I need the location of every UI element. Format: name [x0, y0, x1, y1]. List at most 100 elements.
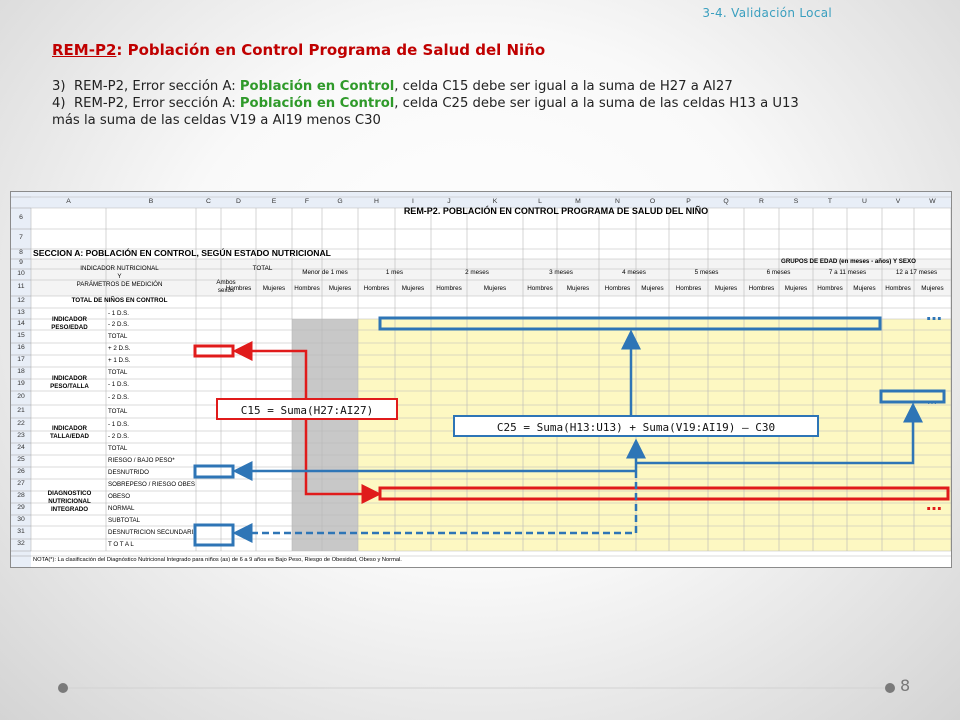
column-letter[interactable]: E — [256, 198, 292, 205]
hombres-header: Hombres — [363, 285, 390, 292]
column-letter[interactable]: M — [557, 198, 599, 205]
age-group-header: 3 meses — [549, 269, 573, 276]
hombres-header: Hombres — [885, 285, 911, 292]
row-number[interactable]: 28 — [11, 492, 31, 499]
column-letter[interactable]: J — [431, 198, 467, 205]
row-number[interactable]: 15 — [11, 332, 31, 339]
note-4: 4) REM-P2, Error sección A: Población en… — [52, 95, 932, 112]
row-number[interactable]: 24 — [11, 444, 31, 451]
column-letter[interactable]: B — [106, 198, 196, 205]
row-label: TOTAL — [108, 332, 128, 340]
page-number: 8 — [900, 676, 911, 695]
age-group-header: 2 meses — [465, 269, 489, 276]
column-letter[interactable]: T — [813, 198, 847, 205]
column-letter[interactable]: F — [292, 198, 322, 205]
hombres-header: Hombres — [436, 285, 462, 292]
row-number[interactable]: 25 — [11, 456, 31, 463]
hombres-header: Hombres — [817, 285, 843, 292]
row-label: - 1 D.S. — [108, 381, 129, 388]
row-label: RIESGO / BAJO PESO* — [108, 457, 175, 464]
title-code: REM-P2 — [52, 41, 117, 59]
row-label: - 1 D.S. — [108, 420, 129, 428]
total-ninos-label: TOTAL DE NIÑOS EN CONTROL — [71, 297, 168, 304]
age-group-header: 12 a 17 meses — [895, 269, 938, 276]
ellipsis-blue-row-13: … — [926, 305, 942, 324]
hombres-header: Hombres — [225, 285, 252, 292]
row-number[interactable]: 29 — [11, 504, 31, 511]
row-number[interactable]: 8 — [11, 249, 31, 256]
column-letter[interactable]: W — [914, 198, 951, 205]
row-number[interactable]: 6 — [11, 214, 31, 221]
row-number[interactable]: 7 — [11, 234, 31, 241]
row-label: NORMAL — [108, 505, 135, 512]
row-label: SOBREPESO / RIESGO OBESIDAD — [108, 481, 195, 488]
row-number[interactable]: 21 — [11, 407, 31, 414]
slide-title: REM-P2: Población en Control Programa de… — [52, 41, 545, 59]
row-number[interactable]: 20 — [11, 393, 31, 400]
column-letter[interactable]: I — [395, 198, 431, 205]
row-number[interactable]: 19 — [11, 380, 31, 387]
column-letter[interactable]: L — [523, 198, 557, 205]
age-group-header: 6 meses — [766, 269, 791, 276]
hombres-header: Hombres — [675, 285, 702, 292]
mujeres-header: Mujeres — [262, 285, 286, 292]
column-letter[interactable]: K — [467, 198, 523, 205]
row-number[interactable]: 23 — [11, 432, 31, 439]
note-text: REM-P2, Error sección A: Población en Co… — [74, 79, 733, 94]
row-label: TOTAL — [108, 407, 128, 415]
mujeres-header: Mujeres — [641, 285, 664, 292]
note-number: 4) — [52, 96, 66, 111]
column-letter[interactable]: A — [31, 198, 106, 205]
note-3: 3) REM-P2, Error sección A: Población en… — [52, 78, 932, 95]
row-number[interactable]: 17 — [11, 356, 31, 363]
hombres-header: Hombres — [294, 285, 320, 292]
column-letter[interactable]: O — [636, 198, 669, 205]
mujeres-header: Mujeres — [921, 285, 944, 292]
row-number[interactable]: 13 — [11, 309, 31, 316]
row-label: DESNUTRICIÓN SECUNDARIA — [108, 528, 195, 536]
row-number[interactable]: 10 — [11, 270, 31, 277]
column-letter[interactable]: R — [744, 198, 779, 205]
row-number[interactable]: 30 — [11, 516, 31, 523]
row-label: - 2 D.S. — [108, 394, 129, 401]
age-group-header: 5 meses — [694, 269, 719, 276]
column-letter[interactable]: G — [322, 198, 358, 205]
row-number[interactable]: 31 — [11, 528, 31, 535]
column-letter[interactable]: H — [358, 198, 395, 205]
row-number[interactable]: 18 — [11, 368, 31, 375]
column-letter[interactable]: C — [196, 198, 221, 205]
age-group-header: 1 mes — [385, 269, 404, 276]
row-number[interactable]: 9 — [11, 259, 31, 266]
row-number[interactable]: 12 — [11, 297, 31, 304]
age-group-header: 7 a 11 meses — [828, 269, 867, 276]
mujeres-header: Mujeres — [714, 285, 738, 292]
column-letter[interactable]: V — [882, 198, 914, 205]
mujeres-header: Mujeres — [566, 285, 590, 292]
note-text: REM-P2, Error sección A: Población en Co… — [74, 96, 799, 111]
row-label: OBESO — [108, 493, 131, 500]
row-number[interactable]: 14 — [11, 320, 31, 327]
row-number[interactable]: 22 — [11, 420, 31, 427]
row-label: + 2 D.S. — [108, 345, 131, 352]
row-label: SUBTOTAL — [108, 516, 141, 524]
column-letter[interactable]: D — [221, 198, 256, 205]
mujeres-header: Mujeres — [483, 285, 507, 292]
column-letter[interactable]: P — [669, 198, 708, 205]
age-group-header: Menor de 1 mes — [302, 269, 348, 276]
spreadsheet: ABCDEFGHIJKLMNOPQRSTUVW 6 7 8 9 10 11 12 13 14 15… — [10, 191, 952, 568]
column-letter[interactable]: S — [779, 198, 813, 205]
column-letter[interactable]: Q — [708, 198, 744, 205]
row-number[interactable]: 11 — [11, 283, 31, 290]
ellipsis-blue-row-19: … — [927, 396, 937, 407]
section-tag: 3-4. Validación Local — [702, 6, 832, 20]
column-letter[interactable]: N — [599, 198, 636, 205]
sheet-footnote: NOTA(*): La clasificación del Diagnóstic… — [33, 557, 402, 563]
row-number[interactable]: 26 — [11, 468, 31, 475]
column-letter[interactable]: U — [847, 198, 882, 205]
row-number[interactable]: 27 — [11, 480, 31, 487]
row-label: TOTAL — [108, 369, 128, 376]
hombres-header: Hombres — [527, 285, 553, 292]
row-number[interactable]: 16 — [11, 344, 31, 351]
row-number[interactable]: 32 — [11, 540, 31, 547]
row-label: DESNUTRIDO — [108, 469, 149, 476]
